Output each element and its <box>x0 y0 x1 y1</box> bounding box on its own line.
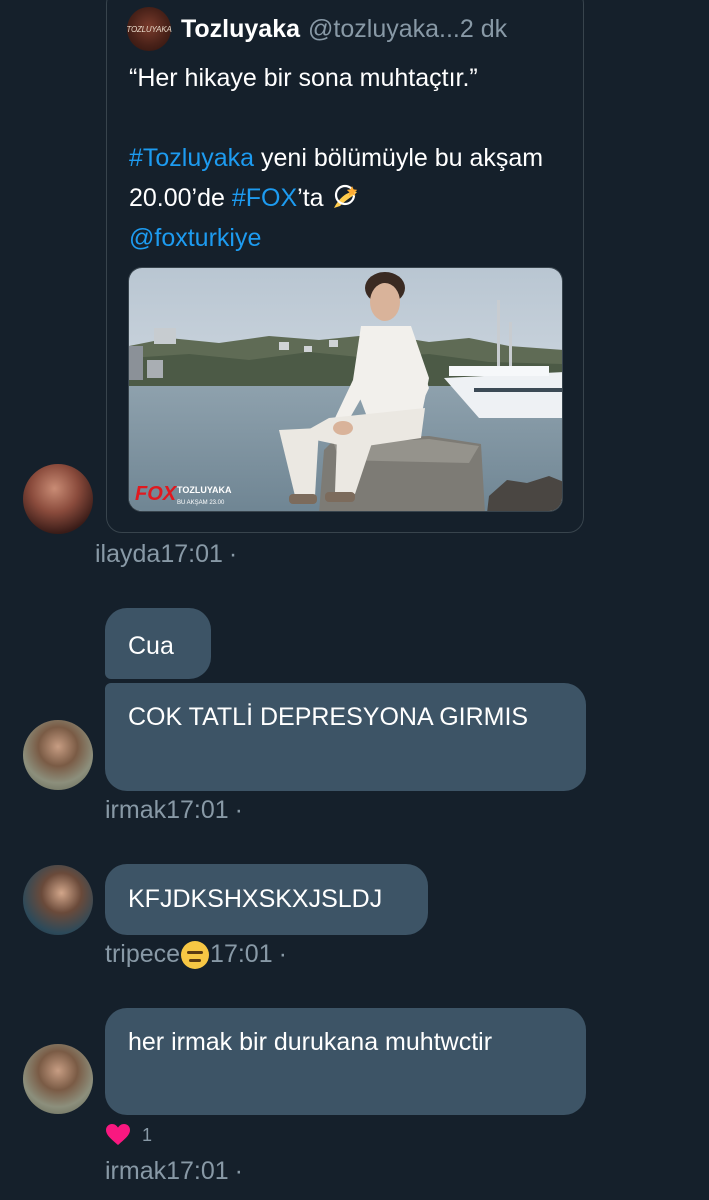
mention-foxturkiye-link[interactable]: @foxturkiye <box>129 224 261 252</box>
tweet-avatar-logo-text: TOZLUYAKA <box>126 24 172 34</box>
sender-name: irmak <box>105 796 167 824</box>
message-time: 17:01 <box>166 796 229 824</box>
sender-name: irmak <box>105 1157 167 1185</box>
media-show-title: TOZLUYAKA <box>177 485 232 495</box>
avatar-irmak[interactable] <box>23 720 93 790</box>
tweet-author-name[interactable]: Tozluyaka <box>181 15 300 44</box>
expressionless-emoji-icon <box>181 940 210 969</box>
tweet-time: 2 dk <box>459 14 508 43</box>
tweet-author-handle: @tozluyaka... <box>308 14 460 43</box>
hashtag-tozluyaka-link[interactable]: #Tozluyaka <box>129 144 254 172</box>
message-meta-tripece: tripece 17:01 · <box>105 940 287 969</box>
message-time: 17:01 <box>160 540 223 568</box>
meta-separator: · <box>278 940 287 968</box>
message-meta-irmak: irmak17:01 · <box>105 1157 243 1186</box>
tweet-promo-text: #Tozluyaka yeni bölümüyle bu akşam 20.00… <box>129 138 559 218</box>
message-time: 17:01 <box>210 940 273 968</box>
sender-name: tripece <box>105 940 181 968</box>
dizzy-emoji-icon <box>333 184 357 208</box>
avatar-irmak[interactable] <box>23 1044 93 1114</box>
message-bubble[interactable]: Cua <box>105 608 211 679</box>
sender-name: ilayda <box>95 540 161 568</box>
tweet-text: “Her hikaye bir sona muhtaçtır.” #Tozluy… <box>129 58 559 258</box>
message-reaction[interactable]: 1 <box>106 1124 152 1146</box>
message-bubble[interactable]: KFJDKSHXSKXJSLDJ <box>105 864 428 935</box>
meta-separator: · <box>234 1157 243 1185</box>
meta-separator: · <box>234 796 243 824</box>
meta-separator: · <box>228 540 238 568</box>
tweet-photo: FOX TOZLUYAKA BU AKŞAM 23.00 <box>129 268 562 511</box>
message-meta-irmak: irmak17:01 · <box>105 796 243 825</box>
heart-icon <box>106 1124 130 1145</box>
tweet-text-segment-2: ’ta <box>297 184 324 212</box>
tweet-media-image[interactable]: FOX TOZLUYAKA BU AKŞAM 23.00 <box>128 267 563 512</box>
tweet-author-avatar[interactable]: TOZLUYAKA <box>126 7 172 51</box>
message-bubble[interactable]: COK TATLİ DEPRESYONA GIRMIS <box>105 683 586 791</box>
fox-logo-text: FOX <box>135 483 178 505</box>
hashtag-fox-link[interactable]: #FOX <box>232 184 297 212</box>
avatar-tripece[interactable] <box>23 865 93 935</box>
quoted-tweet-header: TOZLUYAKA Tozluyaka @tozluyaka... 2 dk <box>126 7 508 51</box>
message-time: 17:01 <box>166 1157 229 1185</box>
reaction-count: 1 <box>142 1124 153 1145</box>
tweet-quote-line: “Her hikaye bir sona muhtaçtır.” <box>129 64 478 92</box>
message-bubble[interactable]: her irmak bir durukana muhtwctir <box>105 1008 586 1115</box>
media-show-time: BU AKŞAM 23.00 <box>177 500 225 506</box>
fox-logo: FOX <box>135 483 178 505</box>
avatar-ilayda[interactable] <box>23 464 93 534</box>
message-meta-ilayda: ilayda17:01 · <box>95 540 237 569</box>
